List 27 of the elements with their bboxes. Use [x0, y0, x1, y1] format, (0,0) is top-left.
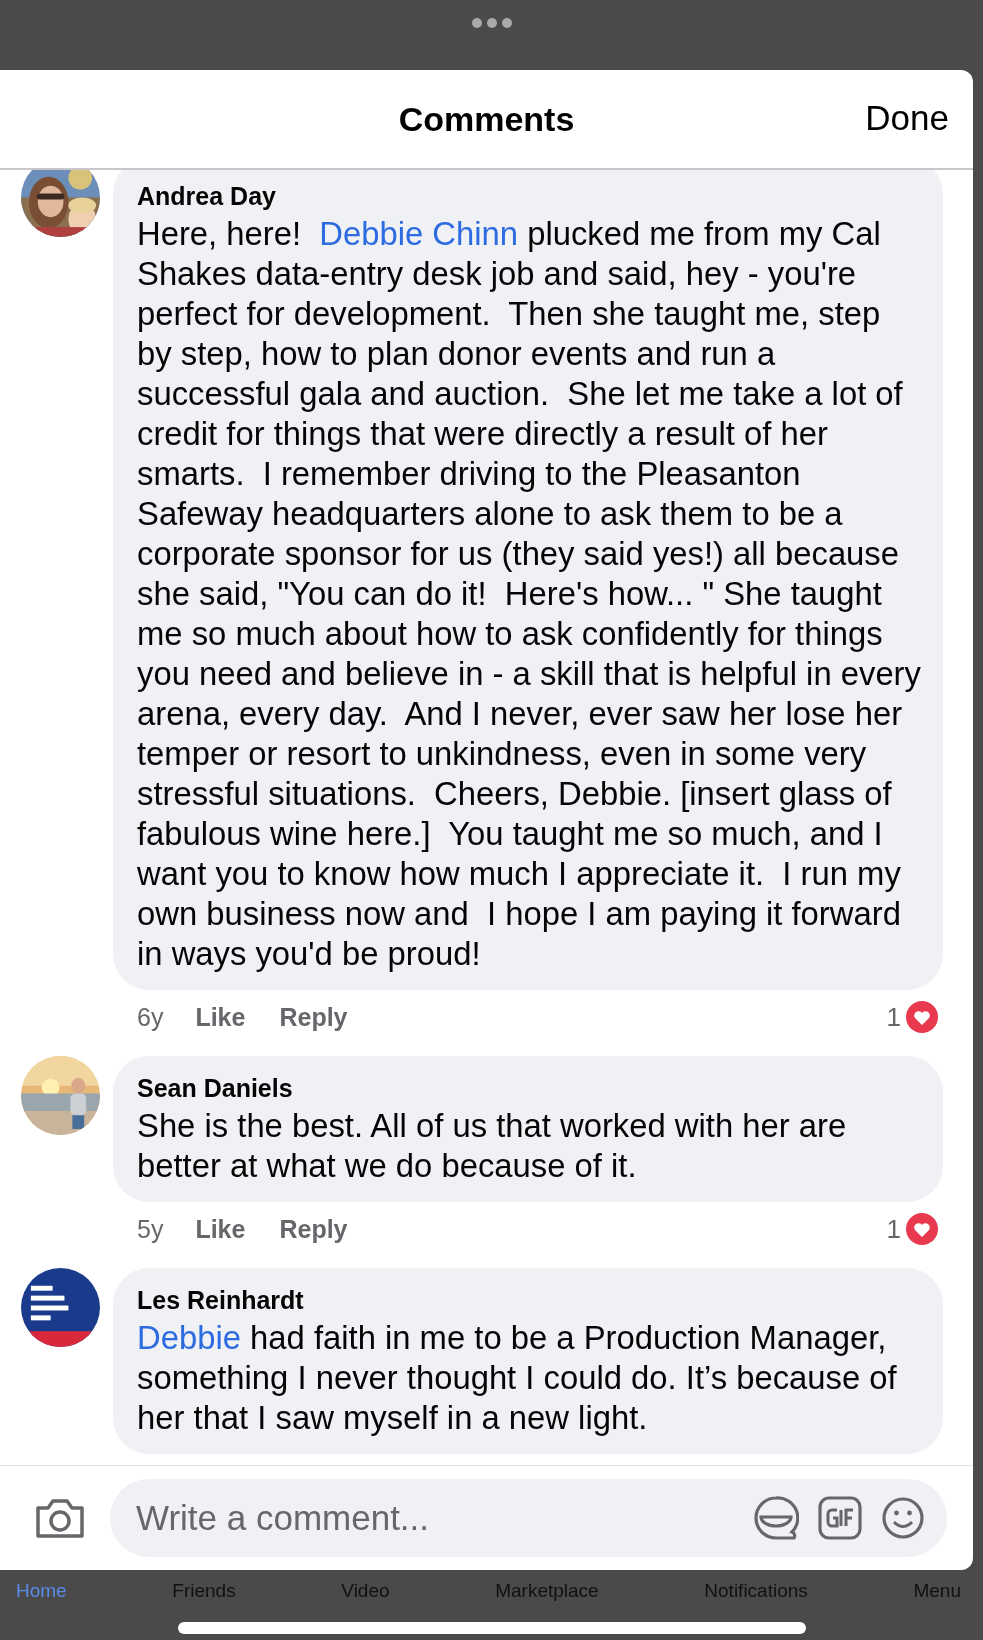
mention-link[interactable]: Debbie Chinn	[319, 215, 519, 252]
sheet-title: Comments	[398, 99, 575, 139]
author-name[interactable]: Sean Daniels	[137, 1074, 921, 1103]
camera-icon[interactable]	[34, 1496, 86, 1540]
reply-button[interactable]: Reply	[279, 1214, 348, 1244]
comment-time: 5y	[137, 1214, 164, 1244]
emoji-icon[interactable]	[881, 1496, 925, 1540]
reply-button[interactable]: Reply	[279, 1002, 348, 1032]
heart-reaction-icon	[905, 1000, 939, 1034]
done-button[interactable]: Done	[861, 94, 953, 142]
reaction-count: 1	[886, 1213, 901, 1245]
reaction-count: 1	[886, 1001, 901, 1033]
sticker-icon[interactable]	[753, 1495, 799, 1541]
comment-time: 6y	[137, 1002, 164, 1032]
like-button[interactable]: Like	[195, 1214, 246, 1244]
gif-icon[interactable]	[817, 1495, 863, 1541]
comment-text: She is the best. All of us that worked with her are better at what we do because of it.	[137, 1106, 848, 1186]
comment-bar[interactable]: Write a comment...	[110, 1479, 947, 1557]
author-name[interactable]: Andrea Day	[137, 182, 921, 211]
comment-text: Debbie had faith in me to be a Production Manager, something I never thought I could do. It’s because of her that I saw myself in a new light.	[137, 1318, 898, 1438]
author-name[interactable]: Les Reinhardt	[137, 1286, 921, 1315]
mention-link[interactable]: Debbie	[137, 1319, 241, 1356]
like-button[interactable]: Like	[195, 1002, 246, 1032]
more-dots-icon[interactable]	[470, 17, 513, 29]
comment-text: Here, here! Debbie Chinn plucked me from my Cal Shakes data-entry desk job and said, hey - you're perfect for development. Then she taught me, step by step, how to plan donor events and run a successful gala and auction. She let me take a lot of credit for things that were directly a result of her smarts. I remember driving to the Pleasanton Safeway headquarters alone to ask them to be a corporate sponsor for us (they said yes!) all because she said, "You can do it! Here's how... " She taught me so much about how to ask confidently for things you need and believe in - a skill that is helpful in every arena, every day. And I never, ever saw her lose her temper or resort to unkindness, even in some very stressful situations. Cheers, Debbie. [insert glass of fabulous wine here.] You taught me so much, and I want you to know how much I appreciate it. I run my own business now and I hope I am paying it forward in ways you'd be proud!	[137, 214, 921, 974]
heart-reaction-icon	[905, 1212, 939, 1246]
comment-field[interactable]: Write a comment...	[134, 1497, 735, 1539]
